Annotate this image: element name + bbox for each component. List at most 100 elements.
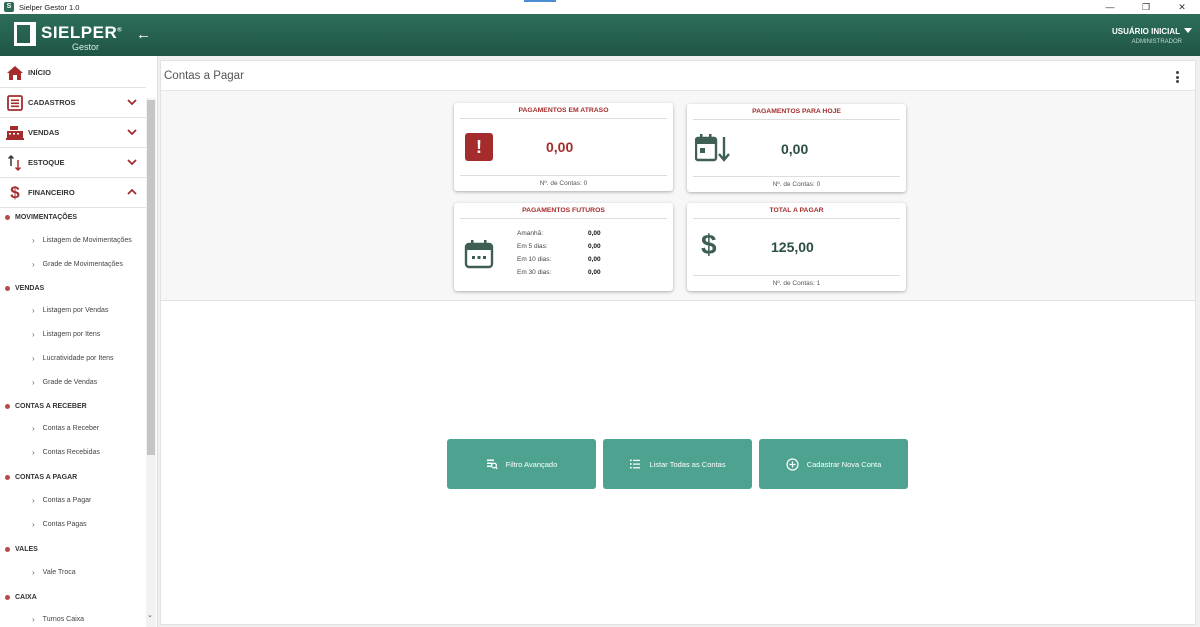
logo-mark-icon [14,22,36,46]
close-button[interactable]: ✕ [1164,0,1200,14]
logo-sub: Gestor [72,42,100,52]
sidebar-subitem-contas-recebidas[interactable]: › Contas Recebidas [32,448,100,457]
sidebar-subitem-lucratividade-itens[interactable]: › Lucratividade por Itens [32,354,114,363]
card-value: 0,00 [546,139,574,155]
sidebar-subitem-vale-troca[interactable]: › Vale Troca [32,568,76,577]
card-total-pagar: TOTAL A PAGAR $ 125,00 Nº. de Contas: 1 [687,203,906,291]
restore-button[interactable]: ❐ [1128,0,1164,14]
calendar-icon [464,240,494,269]
card-title: PAGAMENTOS EM ATRASO [460,103,667,119]
minimize-button[interactable]: — [1092,0,1128,14]
chevron-right-icon: › [32,354,35,363]
section-vendas: VENDAS [5,285,44,292]
card-title: TOTAL A PAGAR [693,203,900,219]
exclamation-icon: ! [465,133,493,161]
chevron-down-icon[interactable] [126,126,138,138]
scroll-down-icon[interactable]: ⌄ [147,611,153,619]
chevron-right-icon: › [32,615,35,624]
chevron-right-icon: › [32,236,35,245]
futuro-row-amanha: Amanhã: 0,00 [517,230,601,237]
chevron-right-icon: › [32,568,35,577]
cash-register-icon [2,125,28,141]
calendar-down-icon [695,134,730,162]
main-content: Contas a Pagar PAGAMENTOS EM ATRASO ! 0,… [160,60,1196,625]
sort-arrows-icon [2,154,28,172]
chevron-down-icon[interactable] [126,156,138,168]
chevron-up-icon[interactable] [126,186,138,198]
card-footer: Nº. de Contas: 0 [693,176,900,192]
sidebar-subitem-contas-pagar[interactable]: › Contas a Pagar [32,496,91,505]
sidebar-subitem-grade-vendas[interactable]: › Grade de Vendas [32,378,97,387]
sidebar-item-cadastros[interactable]: CADASTROS [0,88,146,118]
chevron-right-icon: › [32,306,35,315]
card-footer: Nº. de Contas: 1 [693,275,900,291]
card-value: 125,00 [771,239,814,255]
chevron-right-icon: › [32,330,35,339]
button-label: Cadastrar Nova Conta [806,459,882,469]
sidebar-subitem-contas-pagas[interactable]: › Contas Pagas [32,520,87,529]
checklist-icon [629,458,641,470]
sidebar-item-label: VENDAS [28,128,60,137]
chevron-right-icon: › [32,260,35,269]
app-header: SIELPER® Gestor ← USUÁRIO INICIAL ADMINI… [0,14,1200,56]
list-icon [2,94,28,111]
app-icon: S [4,2,14,12]
user-role: ADMINISTRADOR [1131,39,1182,45]
futuro-row-5-dias: Em 5 dias: 0,00 [517,243,601,250]
sidebar-subitem-contas-receber[interactable]: › Contas a Receber [32,424,99,433]
futuro-row-30-dias: Em 30 dias: 0,00 [517,269,601,276]
cadastrar-nova-conta-button[interactable]: Cadastrar Nova Conta [759,439,908,489]
home-icon [2,65,28,81]
window-title: Sielper Gestor 1.0 [19,2,80,12]
card-pagamentos-futuros: PAGAMENTOS FUTUROS Amanhã: 0,00 Em 5 dias… [454,203,673,291]
card-value: 0,00 [781,141,809,157]
section-caixa: CAIXA [5,594,37,601]
user-caret-icon[interactable] [1184,28,1192,33]
futuro-row-10-dias: Em 10 dias: 0,00 [517,256,601,263]
titlebar-accent [524,0,556,2]
chevron-right-icon: › [32,378,35,387]
sidebar-subitem-listagem-vendas[interactable]: › Listagem por Vendas [32,306,108,315]
dollar-icon: $ [10,182,20,202]
section-vales: VALES [5,546,38,553]
sidebar-item-financeiro[interactable]: $ FINANCEIRO [0,178,146,208]
sidebar-item-label: CADASTROS [28,98,76,107]
sidebar-item-label: INÍCIO [28,68,51,77]
chevron-right-icon: › [32,496,35,505]
back-arrow-icon[interactable]: ← [136,26,151,43]
section-contas-receber: CONTAS A RECEBER [5,403,87,410]
section-movimentacoes: MOVIMENTAÇÕES [5,214,77,221]
button-label: Listar Todas as Contas [649,459,726,469]
button-label: Filtro Avançado [505,459,558,469]
window-titlebar: S Sielper Gestor 1.0 — ❐ ✕ [0,0,1200,14]
card-pagamentos-hoje: PAGAMENTOS PARA HOJE 0,00 Nº. de Contas:… [687,104,906,192]
user-name[interactable]: USUÁRIO INICIAL [1112,27,1180,36]
sidebar-item-estoque[interactable]: ESTOQUE [0,148,146,178]
sidebar-item-vendas[interactable]: VENDAS [0,118,146,148]
sidebar-subitem-grade-movimentacoes[interactable]: › Grade de Movimentações [32,260,123,269]
kebab-menu-icon[interactable] [1176,71,1179,85]
chevron-down-icon[interactable] [126,96,138,108]
chevron-right-icon: › [32,448,35,457]
logo: SIELPER® Gestor [14,21,122,53]
sidebar-subitem-listagem-itens[interactable]: › Listagem por Itens [32,330,100,339]
page-title: Contas a Pagar [164,70,244,82]
card-title: PAGAMENTOS FUTUROS [460,203,667,219]
logo-text: SIELPER® [41,23,123,42]
filter-search-icon [486,458,498,470]
sidebar-subitem-turnos-caixa[interactable]: › Turnos Caixa [32,615,84,624]
listar-todas-contas-button[interactable]: Listar Todas as Contas [603,439,752,489]
scrollbar-thumb[interactable] [147,100,155,455]
sidebar-subitem-listagem-movimentacoes[interactable]: › Listagem de Movimentações [32,236,132,245]
card-footer: Nº. de Contas: 0 [460,175,667,191]
sidebar-item-label: FINANCEIRO [28,188,75,197]
sidebar-scrollbar[interactable]: ⌄ [146,98,156,627]
dollar-icon: $ [701,229,717,260]
plus-circle-icon [786,457,799,471]
card-pagamentos-atraso: PAGAMENTOS EM ATRASO ! 0,00 Nº. de Conta… [454,103,673,191]
sidebar-item-inicio[interactable]: INÍCIO [0,58,146,88]
filtro-avancado-button[interactable]: Filtro Avançado [447,439,596,489]
section-contas-pagar: CONTAS A PAGAR [5,474,77,481]
sidebar-item-label: ESTOQUE [28,158,65,167]
chevron-right-icon: › [32,520,35,529]
